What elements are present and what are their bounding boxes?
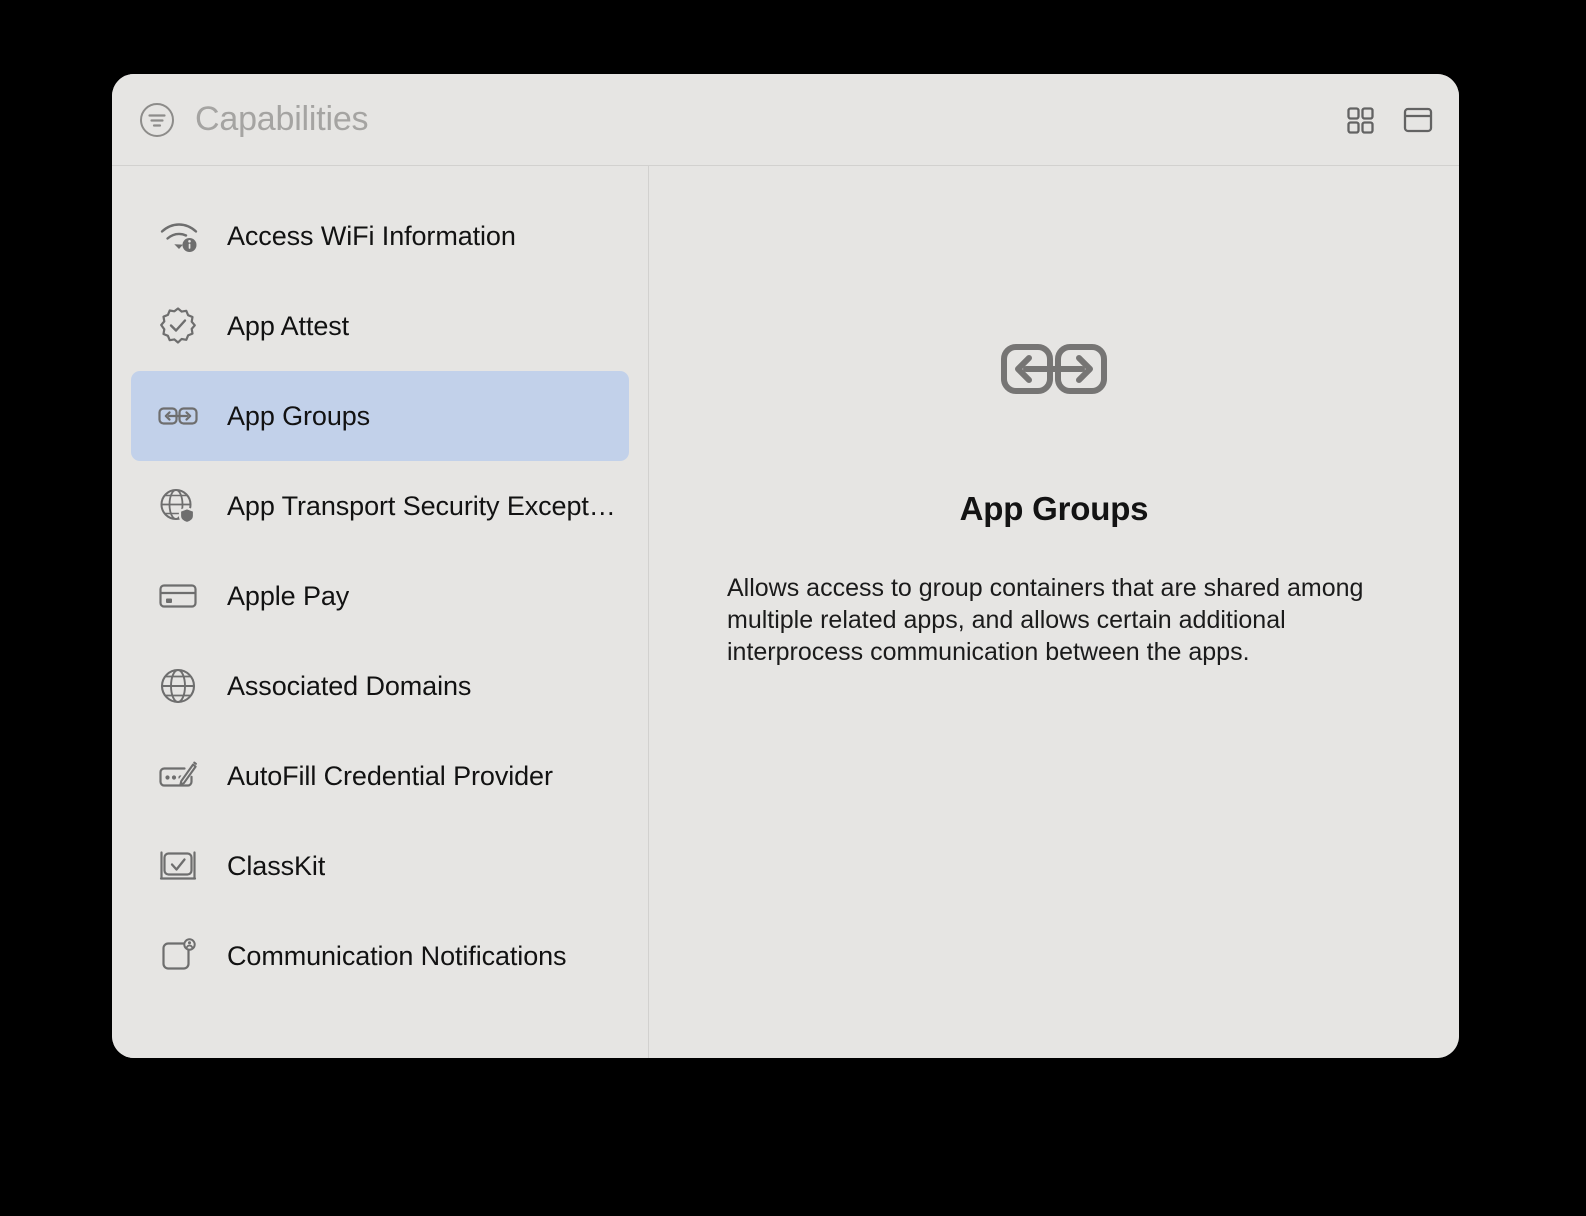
app-groups-icon [156, 394, 200, 438]
sidebar-item-label: Apple Pay [227, 580, 350, 611]
sidebar-item-apple-pay[interactable]: Apple Pay [131, 551, 629, 641]
sidebar-item-label: App Groups [227, 400, 371, 431]
sidebar-item-app-attest[interactable]: App Attest [131, 281, 629, 371]
app-groups-icon [998, 316, 1110, 428]
panel-view-icon[interactable] [1401, 103, 1435, 137]
filter-circle-icon[interactable] [138, 101, 176, 139]
sidebar-item-associated-domains[interactable]: Associated Domains [131, 641, 629, 731]
sidebar-item-label: App Transport Security Excepti… [227, 490, 619, 521]
globe-icon [156, 664, 200, 708]
page-title: Capabilities [195, 100, 369, 138]
autofill-pencil-icon [156, 754, 200, 798]
credit-card-icon [156, 574, 200, 618]
sidebar-item-label: ClassKit [227, 850, 326, 881]
whiteboard-check-icon [156, 844, 200, 888]
detail-description: Allows access to group containers that a… [727, 574, 1364, 666]
sidebar-item-communication-notifications[interactable]: Communication Notifications [131, 911, 629, 1001]
detail-title: App Groups [959, 490, 1149, 527]
capability-detail-pane: App Groups Allows access to group contai… [649, 166, 1459, 1058]
titlebar-view-controls [1343, 103, 1435, 137]
globe-shield-icon [156, 484, 200, 528]
sidebar-item-label: Access WiFi Information [227, 220, 516, 251]
sidebar-item-app-transport-security-exceptions[interactable]: App Transport Security Excepti… [131, 461, 629, 551]
sidebar-item-access-wifi-information[interactable]: Access WiFi Information [131, 191, 629, 281]
titlebar-left-group: Capabilities [138, 100, 369, 139]
sidebar-item-label: Communication Notifications [227, 940, 567, 971]
capabilities-list[interactable]: Access WiFi Information App Attest App G… [112, 166, 649, 1058]
sidebar-item-label: AutoFill Credential Provider [227, 760, 553, 791]
window-content: Access WiFi Information App Attest App G… [112, 166, 1459, 1058]
sidebar-item-label: App Attest [227, 310, 350, 341]
sidebar-item-classkit[interactable]: ClassKit [131, 821, 629, 911]
sidebar-item-label: Associated Domains [227, 670, 472, 701]
sidebar-item-app-groups[interactable]: App Groups [131, 371, 629, 461]
sidebar-item-autofill-credential-provider[interactable]: AutoFill Credential Provider [131, 731, 629, 821]
window-titlebar: Capabilities [112, 74, 1459, 166]
grid-view-icon[interactable] [1343, 103, 1377, 137]
wifi-info-icon [156, 214, 200, 258]
seal-checkmark-icon [156, 304, 200, 348]
capabilities-window: Capabilities Access WiFi Information App… [112, 74, 1459, 1058]
communication-badge-icon [156, 934, 200, 978]
